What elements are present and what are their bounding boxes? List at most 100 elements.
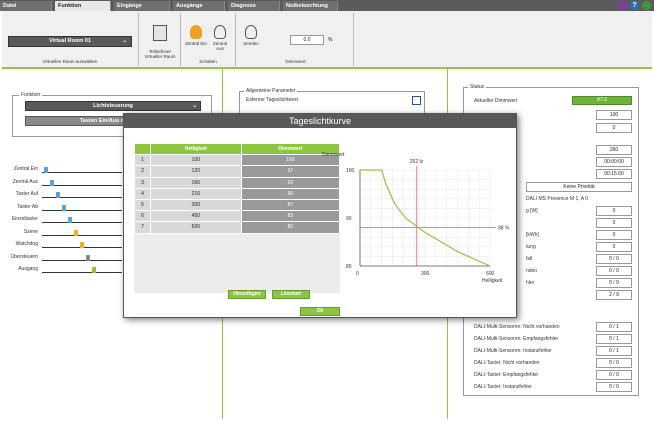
ext-daylight-checkbox[interactable]: [412, 96, 421, 105]
table-row[interactable]: 3 160 93: [134, 176, 341, 189]
ribbon: Virtual Room 01 ⌄ Virtuellen Raum auswähl…: [2, 11, 652, 68]
save-icon[interactable]: [618, 1, 627, 10]
brightness-cell[interactable]: 210: [150, 187, 242, 200]
brightness-header: Helligkeit: [150, 142, 242, 156]
status-row-label: DALI-Multi-Sensoren: Empfangsfehler: [474, 336, 559, 342]
partial-label: [kWh]: [526, 232, 539, 238]
brightness-cell[interactable]: 160: [150, 176, 242, 189]
menu-bar: Datei Funktion Eingänge Ausgänge Diagnos…: [0, 0, 654, 11]
tab-eingaenge[interactable]: Eingänge: [114, 1, 170, 11]
priority-box: Keine Priorität: [526, 182, 632, 192]
signal-pulse: [44, 167, 48, 173]
signal-line: [42, 209, 122, 211]
marker-x-label: 262 lx: [410, 159, 424, 165]
bulb-off-icon: [214, 25, 226, 39]
value-box: 260: [596, 145, 632, 155]
signal-label: Szene: [23, 228, 38, 235]
status-row-label: DALI-Multi-Sensoren: Instanzfehler: [474, 348, 552, 354]
signal-line: [42, 259, 122, 261]
status-row-label: DALI-Taster: Nicht vorhanden: [474, 360, 540, 366]
status-row-value: 0 / 1: [596, 322, 632, 332]
status-row-value: 0 / 0: [596, 370, 632, 380]
general-params-legend: Allgemeine Parameter: [244, 88, 298, 94]
signal-label: Einzeltaster: [11, 216, 38, 222]
partial-label: hler: [526, 280, 535, 286]
value-box: 2 / 9: [596, 290, 632, 300]
partial-label: fall: [526, 256, 533, 262]
signal-label: Zentral Ein: [13, 166, 38, 172]
send-button[interactable]: Senden: [240, 25, 262, 46]
tab-diagnose[interactable]: Diagnose: [228, 1, 280, 11]
signal-line: [42, 272, 122, 273]
brightness-cell[interactable]: 600: [150, 221, 242, 234]
status-icon[interactable]: [642, 1, 651, 10]
participants-button[interactable]: Teilnehmer Virtueller Raum: [142, 25, 178, 59]
table-row[interactable]: 6 450 83: [134, 210, 341, 223]
row-index[interactable]: 5: [134, 198, 151, 212]
signal-pulse: [80, 242, 84, 248]
status-row-value: 0 / 1: [596, 346, 632, 356]
signal-pulse: [74, 229, 78, 236]
table-row[interactable]: 4 210 90: [134, 187, 341, 200]
bulb-send-icon: [245, 25, 257, 39]
ext-daylight-label: Externer Tageslichtwert: [246, 97, 298, 103]
signal-pulse: [86, 254, 90, 261]
marker-y-label: 88 %: [498, 226, 510, 232]
value-box: 0 / 0: [596, 254, 632, 264]
partial-label: nden: [526, 268, 538, 274]
brightness-cell[interactable]: 300: [150, 198, 242, 212]
table-row[interactable]: 7 600 80: [134, 221, 341, 234]
brightness-cell[interactable]: 120: [150, 165, 242, 178]
value-box: 100: [596, 110, 632, 120]
signal-pulse: [56, 192, 60, 198]
signal-line: [42, 172, 122, 173]
switch-group-label: Schalten: [199, 59, 217, 64]
room-select[interactable]: Virtual Room 01 ⌄: [8, 36, 132, 47]
central-off-button[interactable]: Zentral Aus: [209, 25, 231, 51]
row-index[interactable]: 2: [134, 165, 151, 178]
add-button[interactable]: Hinzufügen: [228, 290, 266, 299]
tab-datei[interactable]: Datei: [0, 1, 52, 11]
row-index[interactable]: 1: [134, 154, 151, 167]
value-box: 0: [596, 230, 632, 240]
table-row[interactable]: 2 120 97: [134, 165, 341, 178]
signal-label: Ausgang: [18, 266, 38, 272]
dim-value-input[interactable]: 0.0: [290, 35, 324, 45]
divider: [235, 13, 236, 66]
row-index[interactable]: 6: [134, 210, 151, 223]
status-row-value: 0 / 0: [596, 358, 632, 368]
value-box: 0 / 9: [596, 278, 632, 288]
status-row-label: DALI-Taster: Empfangsfehler: [474, 372, 539, 378]
table-row[interactable]: 5 300 87: [134, 198, 341, 212]
central-on-button[interactable]: Zentral Ein: [185, 25, 207, 46]
tab-notbeleuchtung[interactable]: Notbeleuchtung: [283, 1, 338, 11]
bulb-on-icon: [190, 25, 202, 39]
y-tick-label: 80: [346, 264, 352, 270]
status-row-value: 0 / 1: [596, 334, 632, 344]
row-index[interactable]: 4: [134, 187, 151, 200]
row-index[interactable]: 7: [134, 221, 151, 234]
row-index[interactable]: 3: [134, 176, 151, 189]
tab-funktion[interactable]: Funktion: [55, 1, 111, 11]
table-row[interactable]: 1 100 100: [134, 154, 341, 167]
value-box: 0: [596, 206, 632, 216]
delete-button[interactable]: Löschen: [272, 290, 310, 299]
function-select[interactable]: Lichtsteuerung ⌄: [25, 101, 201, 111]
tab-ausgaenge[interactable]: Ausgänge: [173, 1, 225, 11]
brightness-cell[interactable]: 100: [150, 154, 242, 167]
time-box: 00:15:00: [596, 169, 632, 179]
signal-label: Watchdog: [15, 241, 38, 247]
index-header: [134, 142, 151, 156]
partial-label: g [W]: [526, 208, 538, 214]
signal-label: Taster Ab: [17, 203, 38, 210]
divider: [138, 13, 139, 66]
function-legend: Funktion: [19, 92, 43, 98]
daylight-curve-dialog: Tageslichtkurve Helligkeit Dimmwert 1 100…: [123, 113, 517, 318]
signal-label: Zentral Aus: [12, 178, 38, 185]
ok-button[interactable]: Ok: [300, 307, 340, 316]
divider: [353, 13, 354, 66]
help-icon[interactable]: ?: [630, 1, 639, 10]
x-axis-label: Helligkeit: [482, 278, 503, 284]
status-row-value: 0 / 0: [596, 382, 632, 392]
brightness-cell[interactable]: 450: [150, 210, 242, 223]
